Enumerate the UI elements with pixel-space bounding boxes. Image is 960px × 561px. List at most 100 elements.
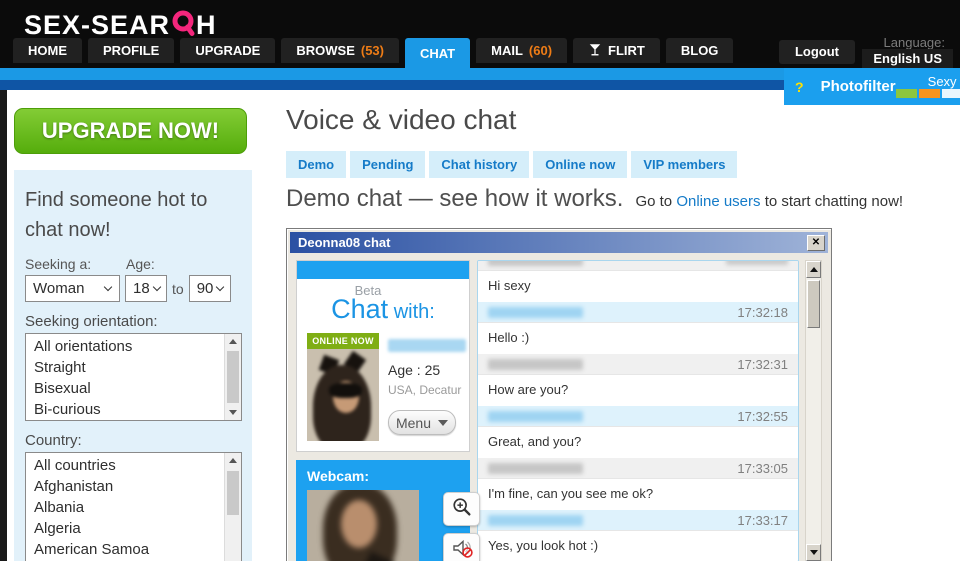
message-header <box>478 261 798 271</box>
message-header: 17:32:31 <box>478 354 798 375</box>
age-to-select[interactable]: 90 <box>188 275 231 302</box>
left-dark-strip <box>0 90 7 561</box>
message-time: 17:32:55 <box>737 408 788 424</box>
close-icon[interactable]: ✕ <box>807 234 825 251</box>
scrollbar-thumb[interactable] <box>227 351 239 403</box>
scroll-up-icon[interactable] <box>225 453 241 468</box>
message-username-blur <box>488 462 583 474</box>
chat-window: Deonna08 chat ✕ Beta Chat with: ONLINE N… <box>286 228 832 561</box>
listbox-option[interactable]: Bi-curious <box>26 399 241 420</box>
sexy-slider[interactable]: Sexy <box>895 75 960 98</box>
age-value: Age : 25 <box>388 362 441 378</box>
online-now-badge: ONLINE NOW <box>307 333 379 349</box>
nav-tab-mail[interactable]: MAIL (60) <box>476 38 568 63</box>
message-text: Great, and you? <box>478 427 798 458</box>
menu-button[interactable]: Menu <box>388 410 456 435</box>
message-text: I'm fine, can you see me ok? <box>478 479 798 510</box>
nav-tab-blog[interactable]: BLOG <box>665 38 734 63</box>
message-list: Hi sexy 17:32:18 Hello :) 17:32:31 How are y… <box>477 260 799 561</box>
chevron-down-icon <box>152 282 161 292</box>
nav-tab-browse[interactable]: BROWSE (53) <box>281 38 399 63</box>
logout-button[interactable]: Logout <box>778 40 855 64</box>
slider-segment-3[interactable] <box>941 89 960 98</box>
listbox-option[interactable]: Albania <box>26 497 241 518</box>
listbox-option[interactable]: All countries <box>26 455 241 476</box>
online-users-link[interactable]: Online users <box>676 193 760 210</box>
listbox-option[interactable]: Bisexual <box>26 378 241 399</box>
scroll-up-button[interactable] <box>806 261 821 278</box>
message-time: 17:32:18 <box>737 304 788 320</box>
message-username-blur <box>488 410 583 422</box>
photofilter-bar: ? Photofilter Sexy <box>784 68 960 105</box>
slider-segment-1[interactable] <box>895 89 917 98</box>
listbox-option[interactable]: Afghanistan <box>26 476 241 497</box>
martini-icon <box>588 42 602 60</box>
chat-with-heading: Chat with: <box>331 294 435 324</box>
window-title: Deonna08 chat <box>298 235 391 250</box>
language-select[interactable]: English US <box>862 49 953 69</box>
main-nav: HOME PROFILE UPGRADE BROWSE (53) CHAT MAIL (60)… <box>13 38 734 68</box>
age-from-select[interactable]: 18 <box>125 275 167 302</box>
listbox-option[interactable]: Algeria <box>26 518 241 539</box>
message-time: 17:32:31 <box>737 356 788 372</box>
webcam-image <box>307 490 419 561</box>
mute-audio-button[interactable] <box>443 533 480 561</box>
listbox-scrollbar[interactable] <box>224 334 241 420</box>
listbox-option[interactable]: American Samoa <box>26 539 241 560</box>
message-time: 17:33:17 <box>737 512 788 528</box>
audio-mute-icon <box>450 536 474 561</box>
zoom-in-icon <box>451 496 473 523</box>
seeking-select[interactable]: Woman <box>25 275 120 302</box>
nav-tab-home[interactable]: HOME <box>13 38 82 63</box>
help-icon[interactable]: ? <box>795 79 804 95</box>
logo-text-left: SEX-SEAR <box>24 10 171 40</box>
message-text: Yes, you look hot :) <box>478 531 798 561</box>
message-text: Hi sexy <box>478 271 798 302</box>
window-titlebar[interactable]: Deonna08 chat ✕ <box>290 232 828 253</box>
scrollbar-thumb[interactable] <box>227 471 239 515</box>
language-label: Language: <box>883 35 945 50</box>
listbox-option[interactable]: Straight <box>26 357 241 378</box>
age-to-word: to <box>172 280 184 297</box>
tab-vip-members[interactable]: VIP members <box>631 151 738 178</box>
location-value: USA, Decatur <box>388 383 462 397</box>
top-header: SEX-SEAR H HOME PROFILE UPGRADE BROWSE (53) CH… <box>0 0 960 69</box>
message-text: Hello :) <box>478 323 798 354</box>
nav-tab-profile[interactable]: PROFILE <box>88 38 175 63</box>
chat-tabs: Demo Pending Chat history Online now VIP mem… <box>286 151 738 178</box>
message-text: How are you? <box>478 375 798 406</box>
page-title: Voice & video chat <box>286 104 517 135</box>
goto-text: Go to Online users to start chatting now… <box>635 193 904 210</box>
tab-online-now[interactable]: Online now <box>533 151 628 178</box>
upgrade-now-button[interactable]: UPGRADE NOW! <box>14 108 247 154</box>
search-panel: Find someone hot to chat now! Seeking a:… <box>14 170 252 561</box>
scroll-up-icon[interactable] <box>225 334 241 349</box>
scroll-down-button[interactable] <box>806 544 821 561</box>
listbox-scrollbar[interactable] <box>224 453 241 561</box>
profile-card: Beta Chat with: ONLINE NOW Age: 25 USA,… <box>296 260 470 452</box>
chat-scrollbar[interactable] <box>805 260 822 561</box>
tab-pending[interactable]: Pending <box>350 151 426 178</box>
nav-tab-upgrade[interactable]: UPGRADE <box>180 38 276 63</box>
message-username-blur <box>488 514 583 526</box>
nav-tab-chat[interactable]: CHAT <box>404 38 471 68</box>
tab-chat-history[interactable]: Chat history <box>429 151 530 178</box>
slider-segment-2[interactable] <box>918 89 940 98</box>
nav-tab-flirt[interactable]: FLIRT <box>573 38 660 63</box>
age-label: Age: <box>126 256 155 272</box>
scrollbar-thumb[interactable] <box>807 280 820 328</box>
profile-card-header <box>297 261 469 279</box>
country-listbox[interactable]: All countries Afghanistan Albania Algeria Am… <box>25 452 242 561</box>
chevron-down-icon <box>103 282 113 292</box>
country-label: Country: <box>25 432 82 449</box>
tab-demo[interactable]: Demo <box>286 151 347 178</box>
listbox-option[interactable]: All orientations <box>26 336 241 357</box>
profile-photo <box>307 349 379 441</box>
seeking-label: Seeking a: <box>25 256 92 272</box>
chevron-down-icon <box>438 419 449 426</box>
scroll-down-icon[interactable] <box>225 405 241 420</box>
orientation-listbox[interactable]: All orientations Straight Bisexual Bi-curio… <box>25 333 242 421</box>
chevron-down-icon <box>216 282 225 292</box>
photofilter-label[interactable]: Photofilter <box>821 78 896 95</box>
zoom-in-button[interactable] <box>443 492 480 526</box>
